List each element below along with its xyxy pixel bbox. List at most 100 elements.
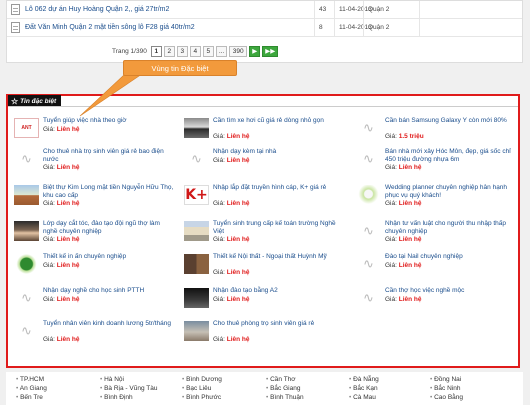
special-listing-item[interactable]: Nhận tư vấn luật cho người thu nhập thấp… xyxy=(356,220,516,250)
special-listing-item[interactable]: Tuyển nhân viên kinh doanh lương 5tr/thá… xyxy=(14,320,174,350)
table-row[interactable]: Đất Văn Minh Quận 2 mặt tiền sông lô F28… xyxy=(7,19,522,37)
special-listing-item[interactable]: Bán nhà mới xây Hóc Môn, đẹp, giá sốc ch… xyxy=(356,148,516,178)
province-link[interactable]: Bắc Giang xyxy=(266,385,300,392)
province-link[interactable]: Hà Nội xyxy=(100,376,124,383)
no-image-icon[interactable] xyxy=(356,254,381,274)
listing-title-link[interactable]: Cho thuê phòng trọ sinh viên giá rẻ xyxy=(213,320,345,328)
tree-design-photo[interactable] xyxy=(14,254,39,274)
training-photo[interactable] xyxy=(184,288,209,308)
page-link-last-number[interactable]: 390 xyxy=(229,45,248,57)
province-link[interactable]: Bình Định xyxy=(100,394,133,401)
flower-photo[interactable] xyxy=(356,185,381,205)
province-link[interactable]: Bà Rịa - Vũng Tàu xyxy=(100,385,157,392)
table-row[interactable]: Lô 062 dự án Huy Hoàng Quận 2,, giá 27tr… xyxy=(7,1,522,19)
listing-title-link[interactable]: Nhận dạy kèm tại nhà xyxy=(213,148,345,156)
page-link-1[interactable]: 1 xyxy=(150,45,162,57)
school-photo[interactable] xyxy=(184,221,209,241)
special-listing-item[interactable]: Nhận đào tạo bằng A2 Giá: Liên hệ xyxy=(184,287,344,317)
last-page-button[interactable]: ▶▶ xyxy=(262,45,279,57)
no-image-icon[interactable] xyxy=(14,321,39,341)
price-value: 1.5 triệu xyxy=(398,133,424,140)
room-photo[interactable] xyxy=(184,321,209,341)
listing-title-link[interactable]: Tuyển nhân viên kinh doanh lương 5tr/thá… xyxy=(43,320,175,328)
listing-title-link[interactable]: Cần tìm xe hơi cũ giá rẻ dòng nhỏ gọn xyxy=(213,117,345,125)
listing-title-link[interactable]: Thiết kế in ấn chuyên nghiệp xyxy=(43,253,175,261)
listing-title-link[interactable]: Đất Văn Minh Quận 2 mặt tiền sông lô F28… xyxy=(25,24,195,31)
no-image-icon[interactable] xyxy=(356,288,381,308)
price-label: Giá: xyxy=(43,262,57,269)
listing-title-link[interactable]: Lớp dạy cắt tóc, đào tạo đội ngũ thợ làm… xyxy=(43,220,175,236)
special-listing-item[interactable]: ANT Tuyển giúp việc nhà theo giờ Giá: Liên… xyxy=(14,117,174,147)
special-listing-item[interactable]: K+ Nhập lắp đặt truyền hình cáp, K+ giá r… xyxy=(184,184,344,214)
price-label: Giá: xyxy=(43,336,57,343)
special-listing-item[interactable]: Cần tìm xe hơi cũ giá rẻ dòng nhỏ gọn Giá… xyxy=(184,117,344,147)
no-image-icon[interactable] xyxy=(356,118,381,138)
special-listing-item[interactable]: Wedding planner chuyên nghiệp hân hạnh p… xyxy=(356,184,516,214)
page-link-5[interactable]: 5 xyxy=(202,45,214,57)
view-count: 8 xyxy=(319,24,323,31)
post-date: 11-04-2013 xyxy=(339,24,372,31)
listing-title-link[interactable]: Tuyển sinh trung cấp kế toán trường Nghề… xyxy=(213,220,345,236)
special-listing-item[interactable]: Tuyển sinh trung cấp kế toán trường Nghề… xyxy=(184,220,344,250)
special-listing-item[interactable]: Thiết kế in ấn chuyên nghiệp Giá: Liên hệ xyxy=(14,253,174,283)
province-link[interactable]: Bắc Ninh xyxy=(430,385,460,392)
no-image-icon[interactable] xyxy=(356,149,381,169)
special-listing-item[interactable]: Đào tại Nail chuyên nghiệpGiá: Liên hệ xyxy=(356,253,516,283)
province-link[interactable]: Bến Tre xyxy=(16,394,43,401)
listing-title-link[interactable]: Đào tại Nail chuyên nghiệp xyxy=(385,253,517,261)
special-listing-item[interactable]: Lớp dạy cắt tóc, đào tạo đội ngũ thợ làm… xyxy=(14,220,174,250)
province-link[interactable]: Bạc Liêu xyxy=(182,385,211,392)
listing-title-link[interactable]: Nhận dạy nghề cho học sinh PTTH xyxy=(43,287,175,295)
no-image-icon[interactable] xyxy=(14,149,39,169)
listing-title-link[interactable]: Biệt thự Kim Long mặt tiền Nguyễn Hữu Th… xyxy=(43,184,175,200)
page-link-4[interactable]: 4 xyxy=(189,45,201,57)
special-listing-item[interactable]: Cần thợ học việc nghề mộcGiá: Liên hệ xyxy=(356,287,516,317)
listing-title-link[interactable]: Cần bán Samsung Galaxy Y còn mới 80% xyxy=(385,117,517,125)
listing-title-link[interactable]: Wedding planner chuyên nghiệp hân hạnh p… xyxy=(385,184,517,200)
listing-title-link[interactable]: Thiết kế Nội thất - Ngoại thất Huỳnh Mỹ xyxy=(213,253,345,261)
villa-photo[interactable] xyxy=(14,185,39,205)
special-listing-item[interactable]: Nhận dạy kèm tại nhàGiá: Liên hệ xyxy=(184,148,344,178)
province-link[interactable]: Bình Thuận xyxy=(266,394,304,401)
no-image-icon[interactable] xyxy=(184,149,209,169)
hairstyle-photo[interactable] xyxy=(14,221,39,241)
listing-title-link[interactable]: Nhập lắp đặt truyền hình cáp, K+ giá rẻ xyxy=(213,184,345,192)
no-image-icon[interactable] xyxy=(14,288,39,308)
special-listing-item[interactable]: Nhận dạy nghề cho học sinh PTTHGiá: Liên… xyxy=(14,287,174,317)
company-logo-icon[interactable]: ANT xyxy=(14,118,39,138)
province-link[interactable]: Bình Phước xyxy=(182,394,221,401)
province-link[interactable]: Đà Nẵng xyxy=(349,376,379,383)
next-page-button[interactable]: ▶ xyxy=(249,45,261,57)
province-link[interactable]: Đồng Nai xyxy=(430,376,461,383)
special-listing-item[interactable]: Cần bán Samsung Galaxy Y còn mới 80% Giá:… xyxy=(356,117,516,147)
price-line: Giá: Liên hệ xyxy=(213,296,250,303)
car-photo[interactable] xyxy=(184,118,209,138)
special-listing-item[interactable]: Thiết kế Nội thất - Ngoại thất Huỳnh Mỹ G… xyxy=(184,253,344,283)
page-link-2[interactable]: 2 xyxy=(163,45,175,57)
province-link[interactable]: TP.HCM xyxy=(16,376,44,383)
listing-title-link[interactable]: Nhận tư vấn luật cho người thu nhập thấp… xyxy=(385,220,517,236)
no-image-icon[interactable] xyxy=(356,221,381,241)
special-listing-item[interactable]: Cho thuê phòng trọ sinh viên giá rẻ Giá: … xyxy=(184,320,344,350)
kplus-logo-icon[interactable]: K+ xyxy=(184,185,209,205)
province-link[interactable]: Bình Dương xyxy=(182,376,222,383)
page-info: Trang 1/390 xyxy=(112,47,147,55)
price-line: Giá: Liên hệ xyxy=(43,296,80,303)
listing-title-link[interactable]: Nhận đào tạo bằng A2 xyxy=(213,287,345,295)
page-link-3[interactable]: 3 xyxy=(176,45,188,57)
province-link[interactable]: An Giang xyxy=(16,385,47,392)
listing-title-link[interactable]: Lô 062 dự án Huy Hoàng Quận 2,, giá 27tr… xyxy=(25,6,169,13)
province-link[interactable]: Cà Mau xyxy=(349,394,376,401)
listing-title-link[interactable]: Tuyển giúp việc nhà theo giờ xyxy=(43,117,175,125)
province-link[interactable]: Bắc Kạn xyxy=(349,385,378,392)
listing-title-link[interactable]: Cho thuê nhà trọ sinh viên giá rẻ bao đi… xyxy=(43,148,175,164)
interior-photo[interactable] xyxy=(184,254,209,274)
listing-title-link[interactable]: Bán nhà mới xây Hóc Môn, đẹp, giá sốc ch… xyxy=(385,148,517,164)
special-listing-item[interactable]: Biệt thự Kim Long mặt tiền Nguyễn Hữu Th… xyxy=(14,184,174,214)
province-link[interactable]: Cao Bằng xyxy=(430,394,463,401)
province-link[interactable]: Cần Thơ xyxy=(266,376,295,383)
column-divider xyxy=(363,1,364,37)
listing-title-link[interactable]: Cần thợ học việc nghề mộc xyxy=(385,287,517,295)
price-line: Giá: Liên hệ xyxy=(43,262,80,269)
special-listing-item[interactable]: Cho thuê nhà trọ sinh viên giá rẻ bao đi… xyxy=(14,148,174,178)
